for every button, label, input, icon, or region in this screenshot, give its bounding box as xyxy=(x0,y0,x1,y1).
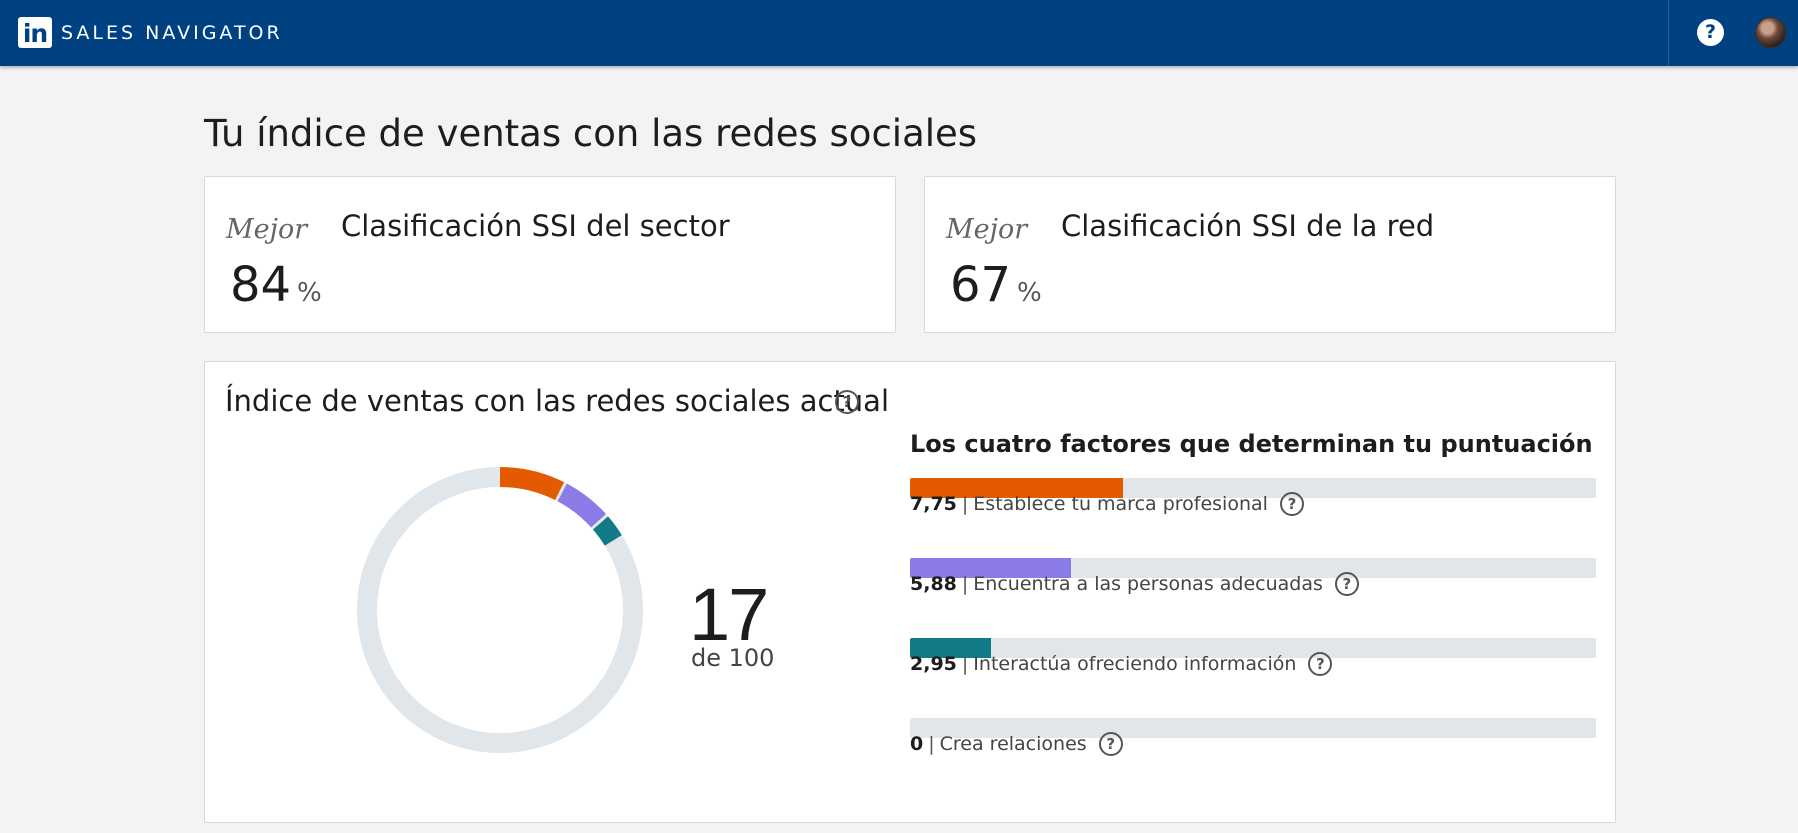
industry-ssi-rank-card: Mejor Clasificación SSI del sector 84 % xyxy=(204,176,896,333)
help-icon[interactable]: ? xyxy=(1697,19,1724,46)
topbar-divider xyxy=(1668,0,1669,66)
factor-value: 5,88 xyxy=(910,573,957,595)
ssi-help-icon[interactable]: ? xyxy=(835,390,859,414)
rank-title: Clasificación SSI de la red xyxy=(1061,209,1435,243)
factor-help-icon[interactable]: ? xyxy=(1334,572,1359,596)
factor-row-insights: 2,95 | Interactúa ofreciendo información … xyxy=(910,652,1333,676)
current-ssi-card: Índice de ventas con las redes sociales … xyxy=(204,361,1616,823)
rank-value: 84 xyxy=(230,257,292,313)
ssi-donut-chart xyxy=(357,467,643,753)
linkedin-logo[interactable]: in xyxy=(18,17,52,48)
factor-label: Interactúa ofreciendo información xyxy=(973,653,1297,675)
factor-row-relationships: 0 | Crea relaciones ? xyxy=(910,732,1123,756)
ssi-card-title: Índice de ventas con las redes sociales … xyxy=(225,384,890,418)
factor-help-icon[interactable]: ? xyxy=(1098,732,1123,756)
factor-row-people: 5,88 | Encuentra a las personas adecuadas… xyxy=(910,572,1359,596)
rank-qualifier: Mejor xyxy=(946,214,1028,245)
ssi-score-max: de 100 xyxy=(691,644,775,672)
factor-value: 0 xyxy=(910,733,924,755)
factor-row-brand: 7,75 | Establece tu marca profesional ? xyxy=(910,492,1304,516)
rank-qualifier: Mejor xyxy=(226,214,308,245)
rank-title: Clasificación SSI del sector xyxy=(341,209,730,243)
network-ssi-rank-card: Mejor Clasificación SSI de la red 67 % xyxy=(924,176,1616,333)
factor-help-icon[interactable]: ? xyxy=(1308,652,1333,676)
rank-unit: % xyxy=(297,278,322,308)
rank-value: 67 xyxy=(950,257,1012,313)
factor-value: 2,95 xyxy=(910,653,957,675)
top-navigation-bar: in SALES NAVIGATOR ? xyxy=(0,0,1798,66)
factors-title: Los cuatro factores que determinan tu pu… xyxy=(910,430,1593,458)
factor-label: Encuentra a las personas adecuadas xyxy=(973,573,1323,595)
app-brand-name[interactable]: SALES NAVIGATOR xyxy=(61,22,283,44)
factor-label: Crea relaciones xyxy=(939,733,1087,755)
factor-value: 7,75 xyxy=(910,493,957,515)
user-avatar[interactable] xyxy=(1755,17,1786,48)
page-title: Tu índice de ventas con las redes social… xyxy=(204,112,978,155)
factor-help-icon[interactable]: ? xyxy=(1279,492,1304,516)
factor-label: Establece tu marca profesional xyxy=(973,493,1268,515)
rank-unit: % xyxy=(1017,278,1042,308)
